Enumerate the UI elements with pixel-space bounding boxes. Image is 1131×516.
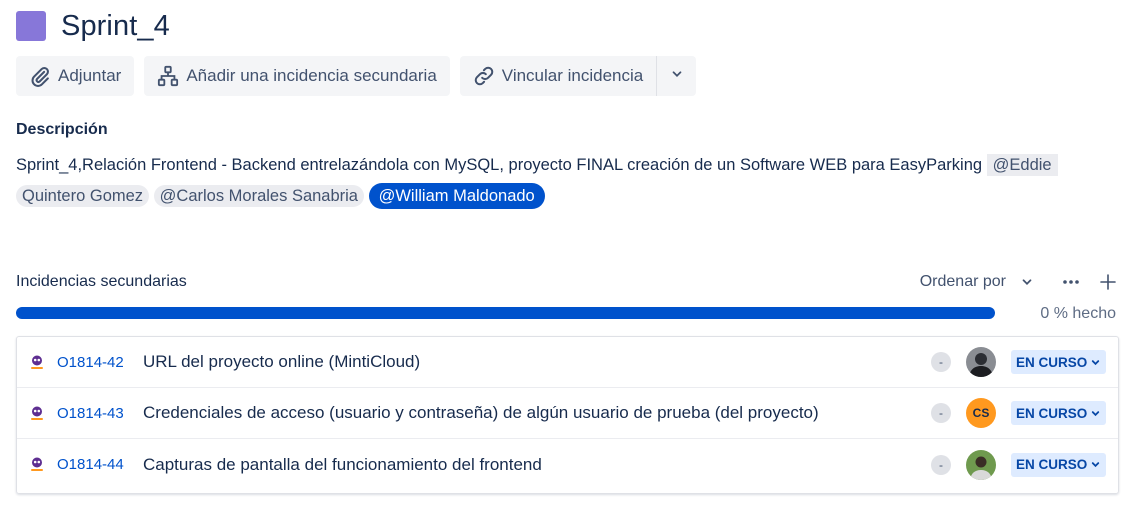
status-label: EN CURSO [1016,457,1088,472]
issue-type-icon [28,354,46,372]
child-issues-title: Incidencias secundarias [16,273,187,290]
add-icon[interactable] [1100,274,1116,290]
sort-by-button[interactable]: Ordenar por [920,273,1034,291]
child-issues-list: O1814-42 URL del proyecto online (MintiC… [16,336,1119,494]
add-child-issue-button[interactable]: Añadir una incidencia secundaria [144,56,450,96]
issue-key-link[interactable]: O1814-44 [57,456,124,473]
link-issue-button[interactable]: Vincular incidencia [459,56,657,96]
attach-label: Adjuntar [58,66,122,85]
issue-type-icon [28,405,46,423]
progress-text: 0 % hecho [1040,305,1116,322]
action-toolbar: Adjuntar Añadir una incidencia secundari… [16,56,697,96]
link-issue-group: Vincular incidencia [459,56,697,96]
link-icon [472,64,496,88]
mention-william[interactable]: @William Maldonado [368,183,545,209]
issue-key-link[interactable]: O1814-42 [57,354,124,371]
status-dropdown[interactable]: EN CURSO [1011,350,1107,374]
priority-badge[interactable]: - [931,403,951,423]
hierarchy-icon [156,64,180,88]
issue-summary[interactable]: Credenciales de acceso (usuario y contra… [143,403,819,423]
epic-color-icon[interactable] [16,11,46,41]
more-options-icon[interactable] [1062,279,1080,285]
avatar[interactable] [966,449,996,480]
issue-key-link[interactable]: O1814-43 [57,405,124,422]
table-row[interactable]: O1814-42 URL del proyecto online (MintiC… [17,337,1118,388]
priority-badge[interactable]: - [931,454,951,475]
status-dropdown[interactable]: EN CURSO [1011,401,1107,425]
description-text[interactable]: Sprint_4,Relación Frontend - Backend ent… [16,150,1106,212]
chevron-down-icon [1090,408,1101,419]
child-issues-header: Incidencias secundarias Ordenar por [16,268,1116,296]
add-child-issue-label: Añadir una incidencia secundaria [186,66,437,85]
status-label: EN CURSO [1016,405,1088,421]
table-row[interactable]: O1814-43 Credenciales de acceso (usuario… [17,388,1118,439]
attach-button[interactable]: Adjuntar [16,56,135,96]
table-row[interactable]: O1814-44 Capturas de pantalla del funcio… [17,439,1118,490]
mention-eddie-cont[interactable]: Quintero Gomez [16,185,150,207]
progress-bar [16,307,995,319]
avatar[interactable]: CS [966,398,996,428]
issue-type-icon [28,456,46,474]
link-issue-label: Vincular incidencia [501,66,644,85]
mention-carlos[interactable]: @Carlos Morales Sanabria [153,185,364,207]
avatar[interactable] [966,347,996,377]
issue-summary[interactable]: URL del proyecto online (MintiCloud) [143,352,420,372]
epic-header: Sprint_4 [16,8,170,44]
chevron-down-icon [670,67,684,86]
priority-badge[interactable]: - [931,352,951,372]
description-body: Sprint_4,Relación Frontend - Backend ent… [16,156,987,174]
status-label: EN CURSO [1016,354,1088,370]
description-label: Descripción [16,121,108,138]
chevron-down-icon [1090,357,1101,368]
chevron-down-icon [1020,275,1034,289]
status-dropdown[interactable]: EN CURSO [1011,452,1107,477]
issue-summary[interactable]: Capturas de pantalla del funcionamiento … [143,455,542,475]
mention-eddie[interactable]: @Eddie [986,154,1058,176]
sort-by-label: Ordenar por [919,273,1006,290]
more-actions-dropdown[interactable] [656,56,697,96]
chevron-down-icon [1090,459,1101,470]
page-title[interactable]: Sprint_4 [61,10,170,43]
paperclip-icon [28,64,52,88]
